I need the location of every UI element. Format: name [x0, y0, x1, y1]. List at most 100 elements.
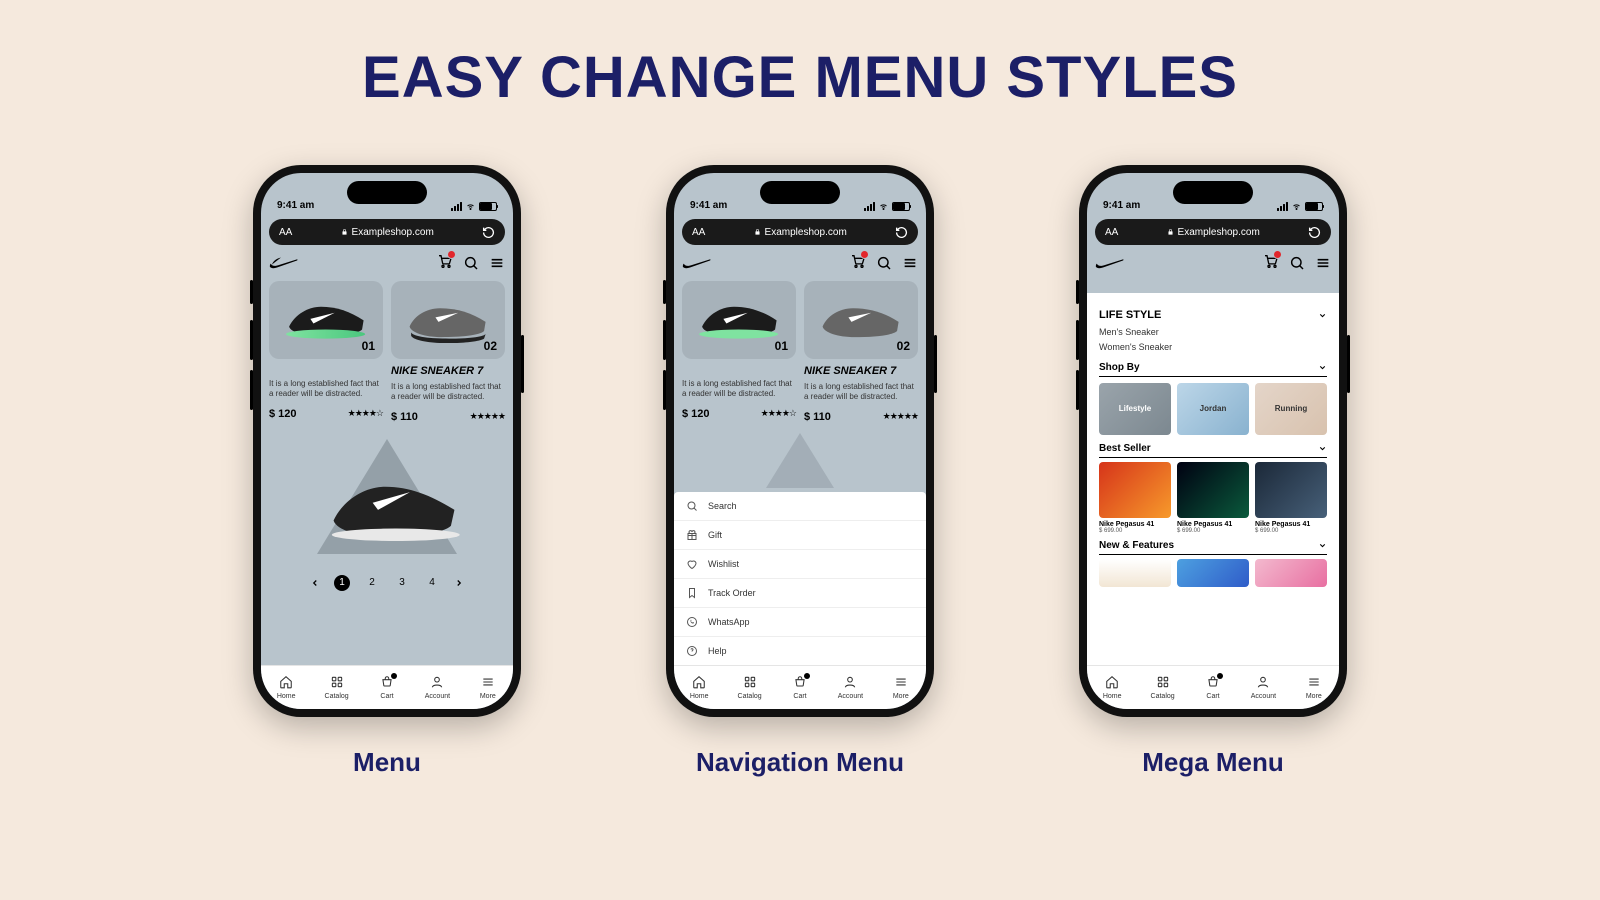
new-feature-card[interactable]	[1255, 559, 1327, 587]
new-feature-card[interactable]	[1099, 559, 1171, 587]
tab-label: Home	[1103, 693, 1122, 700]
tab-cart[interactable]: Cart	[775, 666, 825, 709]
tab-catalog[interactable]: Catalog	[1137, 666, 1187, 709]
page-1[interactable]: 1	[334, 575, 350, 591]
dynamic-island	[1173, 181, 1253, 204]
product-price: $ 110	[804, 411, 831, 423]
battery-icon	[479, 202, 497, 211]
bestseller-card[interactable]: Nike Pegasus 41$ 699.00	[1255, 462, 1327, 534]
mega-section-bestseller[interactable]: Best Seller	[1099, 443, 1327, 458]
card-number: 02	[484, 339, 497, 353]
tab-more[interactable]: More	[463, 666, 513, 709]
address-bar[interactable]: AA Exampleshop.com	[269, 219, 505, 245]
caption-mega: Mega Menu	[1142, 747, 1284, 778]
hero-image	[720, 433, 880, 493]
nav-help[interactable]: Help	[674, 637, 926, 665]
tile-jordan[interactable]: Jordan	[1177, 383, 1249, 435]
product-card-1[interactable]: 01	[269, 281, 383, 359]
search-icon[interactable]	[876, 255, 892, 271]
mega-section-newfeatures[interactable]: New & Features	[1099, 540, 1327, 555]
nav-whatsapp[interactable]: WhatsApp	[674, 608, 926, 637]
tab-label: More	[893, 693, 909, 700]
nav-gift[interactable]: Gift	[674, 521, 926, 550]
search-icon[interactable]	[463, 255, 479, 271]
tab-label: More	[1306, 693, 1322, 700]
chevron-left-icon[interactable]	[310, 578, 320, 588]
tab-catalog[interactable]: Catalog	[311, 666, 361, 709]
mega-link-mens[interactable]: Men's Sneaker	[1099, 325, 1327, 340]
home-icon	[279, 675, 293, 689]
bestseller-card[interactable]: Nike Pegasus 41$ 699.00	[1099, 462, 1171, 534]
text-size-control[interactable]: AA	[1105, 227, 1118, 238]
tile-running[interactable]: Running	[1255, 383, 1327, 435]
cart-badge-dot	[804, 673, 810, 679]
tab-bar: Home CatalogCartAccount More	[1087, 665, 1339, 709]
tab-more[interactable]: More	[876, 666, 926, 709]
tab-cart[interactable]: Cart	[362, 666, 412, 709]
reload-icon[interactable]	[895, 226, 908, 239]
product-price: $ 120	[269, 408, 297, 420]
tab-more[interactable]: More	[1289, 666, 1339, 709]
tab-home[interactable]: Home	[674, 666, 724, 709]
search-icon[interactable]	[1289, 255, 1305, 271]
lock-icon	[754, 228, 761, 236]
phone-navigation-menu: 9:41 am AA Exampleshop.com	[666, 165, 934, 717]
tab-home[interactable]: Home	[1087, 666, 1137, 709]
status-time: 9:41 am	[277, 200, 314, 211]
tab-label: Cart	[380, 693, 393, 700]
tab-home[interactable]: Home	[261, 666, 311, 709]
product-price: $ 120	[682, 408, 710, 420]
product-card-2[interactable]: 02	[804, 281, 918, 359]
nav-track-order[interactable]: Track Order	[674, 579, 926, 608]
nav-search[interactable]: Search	[674, 492, 926, 521]
tab-label: Home	[277, 693, 296, 700]
brand-logo[interactable]	[1095, 253, 1125, 273]
product-card-2[interactable]: 02	[391, 281, 505, 359]
nav-wishlist[interactable]: Wishlist	[674, 550, 926, 579]
tab-bar: Home Catalog Cart AccountMore	[261, 665, 513, 709]
tile-lifestyle[interactable]: Lifestyle	[1099, 383, 1171, 435]
page-2[interactable]: 2	[364, 575, 380, 591]
address-url: Exampleshop.com	[1178, 227, 1260, 238]
new-feature-card[interactable]	[1177, 559, 1249, 587]
sneaker-icon	[280, 297, 371, 344]
chevron-right-icon[interactable]	[454, 578, 464, 588]
hamburger-icon[interactable]	[489, 255, 505, 271]
address-bar[interactable]: AA Exampleshop.com	[682, 219, 918, 245]
product-description: It is a long established fact that a rea…	[269, 379, 383, 400]
tab-account[interactable]: Account	[412, 666, 462, 709]
mega-menu-panel: LIFE STYLE Men's Sneaker Women's Sneaker…	[1087, 293, 1339, 665]
page-4[interactable]: 4	[424, 575, 440, 591]
cart-button[interactable]	[437, 253, 453, 274]
card-number: 01	[362, 339, 375, 353]
hamburger-icon[interactable]	[902, 255, 918, 271]
help-icon	[686, 645, 698, 657]
text-size-control[interactable]: AA	[279, 227, 292, 238]
mega-link-womens[interactable]: Women's Sneaker	[1099, 340, 1327, 355]
product-card-1[interactable]: 01	[682, 281, 796, 359]
address-bar[interactable]: AA Exampleshop.com	[1095, 219, 1331, 245]
hamburger-icon[interactable]	[1315, 255, 1331, 271]
cart-badge-dot	[391, 673, 397, 679]
bestseller-card[interactable]: Nike Pegasus 41$ 699.00	[1177, 462, 1249, 534]
tab-account[interactable]: Account	[1238, 666, 1288, 709]
reload-icon[interactable]	[482, 226, 495, 239]
cart-badge	[447, 250, 456, 259]
search-icon	[686, 500, 698, 512]
cart-button[interactable]	[850, 253, 866, 274]
brand-logo[interactable]	[269, 253, 299, 273]
tab-cart[interactable]: Cart	[1188, 666, 1238, 709]
mega-section-shopby[interactable]: Shop By	[1099, 362, 1327, 377]
page-3[interactable]: 3	[394, 575, 410, 591]
brand-logo[interactable]	[682, 253, 712, 273]
phone-menu-style: 9:41 am AA Exampleshop.com	[253, 165, 521, 717]
mega-section-lifestyle[interactable]: LIFE STYLE	[1099, 309, 1327, 321]
product-name: NIKE SNEAKER 7	[804, 365, 918, 377]
tab-catalog[interactable]: Catalog	[724, 666, 774, 709]
tab-bar: HomeCatalogCart Account More	[674, 665, 926, 709]
text-size-control[interactable]: AA	[692, 227, 705, 238]
reload-icon[interactable]	[1308, 226, 1321, 239]
cart-button[interactable]	[1263, 253, 1279, 274]
tab-account[interactable]: Account	[825, 666, 875, 709]
tab-label: Account	[838, 693, 863, 700]
